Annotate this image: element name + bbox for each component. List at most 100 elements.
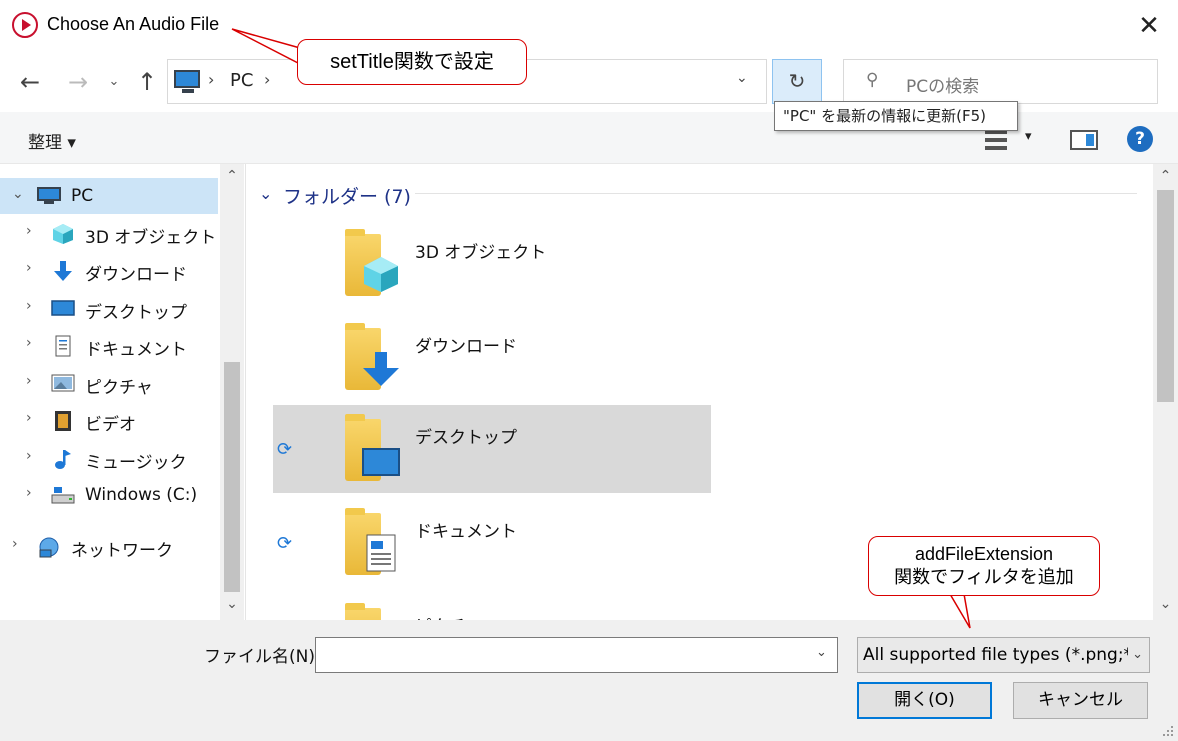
file-name-input[interactable] <box>315 637 838 673</box>
sidebar-item[interactable]: › ビデオ <box>0 402 218 438</box>
picture-icon <box>51 373 75 393</box>
download-arrow-icon <box>361 348 401 388</box>
folder-item[interactable]: ダウンロード <box>273 314 711 402</box>
pc-icon <box>37 186 61 206</box>
chevron-right-icon[interactable]: › <box>12 536 18 552</box>
breadcrumb-separator[interactable]: › <box>208 70 214 89</box>
chevron-right-icon[interactable]: › <box>26 223 32 239</box>
folder-label: 3D オブジェクト <box>415 243 547 263</box>
sidebar-item[interactable]: › ミュージック <box>0 440 218 476</box>
view-dropdown-icon[interactable]: ▾ <box>1025 129 1032 144</box>
breadcrumb-separator[interactable]: › <box>264 70 270 89</box>
sidebar-item[interactable]: › ドキュメント <box>0 327 218 363</box>
music-icon <box>51 448 75 469</box>
callout-line: 関数でフィルタを追加 <box>894 567 1074 587</box>
group-header[interactable]: フォルダー (7) <box>283 182 411 209</box>
scroll-down-icon[interactable]: ⌄ <box>1153 596 1178 612</box>
3d-objects-icon <box>361 254 401 294</box>
sidebar-item[interactable]: › ネットワーク <box>0 528 218 564</box>
resize-grip-icon[interactable] <box>1160 724 1174 738</box>
3d-objects-icon <box>51 223 75 244</box>
drive-icon <box>51 485 75 505</box>
recent-locations-button[interactable]: ⌄ <box>104 70 124 94</box>
organize-button[interactable]: 整理 ▾ <box>28 128 76 153</box>
chevron-right-icon[interactable]: › <box>26 260 32 276</box>
sync-icon: ⟳ <box>277 533 293 554</box>
sidebar-item-label: ドキュメント <box>85 340 187 360</box>
search-box[interactable]: ⚲ PCの検索 <box>843 59 1158 104</box>
sidebar-item-label: Windows (C:) <box>85 485 198 505</box>
search-placeholder: PCの検索 <box>906 77 980 97</box>
sidebar-item[interactable]: › Windows (C:) <box>0 477 218 513</box>
cancel-button[interactable]: キャンセル <box>1013 682 1148 719</box>
sidebar-item-label: ダウンロード <box>85 265 187 285</box>
chevron-right-icon[interactable]: › <box>26 335 32 351</box>
scroll-up-icon[interactable]: ⌃ <box>1153 168 1178 184</box>
chevron-right-icon[interactable]: › <box>26 448 32 464</box>
network-icon <box>37 536 61 558</box>
sidebar-item[interactable]: › デスクトップ <box>0 290 218 326</box>
file-type-value: All supported file types (*.png;* <box>863 645 1133 665</box>
refresh-button[interactable]: ↻ <box>772 59 822 104</box>
sidebar-item-label: PC <box>71 186 94 206</box>
pc-icon <box>174 70 200 93</box>
breadcrumb-pc[interactable]: PC <box>230 70 253 91</box>
chevron-down-icon: ⌄ <box>1128 638 1143 672</box>
video-icon <box>51 410 75 431</box>
sidebar-item-label: ピクチャ <box>85 378 153 398</box>
chevron-right-icon[interactable]: › <box>26 298 32 314</box>
app-play-icon <box>12 12 38 38</box>
folder-item[interactable]: ピクチャ <box>273 594 711 620</box>
scrollbar-thumb[interactable] <box>1157 190 1174 402</box>
callout-line: addFileExtension <box>914 544 1054 564</box>
folder-label: ダウンロード <box>415 337 517 357</box>
sidebar-item[interactable]: › ダウンロード <box>0 252 218 288</box>
group-collapse-icon[interactable]: ⌄ <box>259 184 272 203</box>
sidebar-item[interactable]: ⌄ PC <box>0 178 218 214</box>
folder-item[interactable]: 3D オブジェクト <box>273 220 711 308</box>
scrollbar-thumb[interactable] <box>224 362 240 592</box>
file-type-select[interactable]: All supported file types (*.png;* ⌄ <box>857 637 1150 673</box>
file-list-scrollbar[interactable]: ⌃ ⌄ <box>1153 164 1178 620</box>
sidebar-item-label: ネットワーク <box>71 541 173 561</box>
sidebar-item-label: ビデオ <box>85 415 136 435</box>
open-button[interactable]: 開く(O) <box>857 682 992 719</box>
sidebar-item[interactable]: › 3D オブジェクト <box>0 215 218 251</box>
folder-item[interactable]: ⟳ デスクトップ <box>273 405 711 493</box>
help-button[interactable]: ? <box>1127 126 1153 152</box>
scroll-down-icon[interactable]: ⌄ <box>220 596 244 612</box>
back-button[interactable]: ← <box>14 66 46 98</box>
search-icon: ⚲ <box>866 70 879 90</box>
title-bar: Choose An Audio File ✕ <box>0 0 1178 52</box>
file-name-panel: ファイル名(N): ⌄ All supported file types (*.… <box>0 620 1178 741</box>
chevron-down-icon[interactable]: ⌄ <box>12 186 24 202</box>
close-button[interactable]: ✕ <box>1126 6 1172 46</box>
file-name-label: ファイル名(N): <box>204 647 321 667</box>
sidebar-scrollbar[interactable]: ⌃ ⌄ <box>220 164 244 620</box>
sidebar-item[interactable]: › ピクチャ <box>0 365 218 401</box>
address-dropdown-icon[interactable]: ⌄ <box>736 70 748 86</box>
navigation-pane: ⌄ PC › 3D オブジェクト › ダウンロード › デスクトップ › ドキュメント › ピクチャ ›… <box>0 164 246 620</box>
preview-pane-button[interactable] <box>1070 130 1098 150</box>
folder-item[interactable]: ⟳ ドキュメント <box>273 499 711 587</box>
group-divider <box>415 193 1137 194</box>
folder-label: ドキュメント <box>415 522 517 542</box>
forward-button[interactable]: → <box>62 66 94 98</box>
chevron-right-icon[interactable]: › <box>26 410 32 426</box>
sidebar-item-label: 3D オブジェクト <box>85 228 217 248</box>
view-options-icon[interactable] <box>985 130 1007 150</box>
desktop-icon <box>361 439 401 479</box>
up-button[interactable]: ↑ <box>132 66 162 98</box>
folder-icon <box>345 603 381 620</box>
document-icon <box>361 533 401 573</box>
sync-icon: ⟳ <box>277 439 293 460</box>
callout-addfileextension: addFileExtension 関数でフィルタを追加 <box>868 536 1100 596</box>
window-title: Choose An Audio File <box>47 14 220 34</box>
document-icon <box>51 335 75 357</box>
scroll-up-icon[interactable]: ⌃ <box>220 168 244 184</box>
download-icon <box>51 260 75 281</box>
file-name-dropdown-icon[interactable]: ⌄ <box>816 645 827 660</box>
chevron-right-icon[interactable]: › <box>26 485 32 501</box>
sidebar-item-label: デスクトップ <box>85 303 187 323</box>
chevron-right-icon[interactable]: › <box>26 373 32 389</box>
